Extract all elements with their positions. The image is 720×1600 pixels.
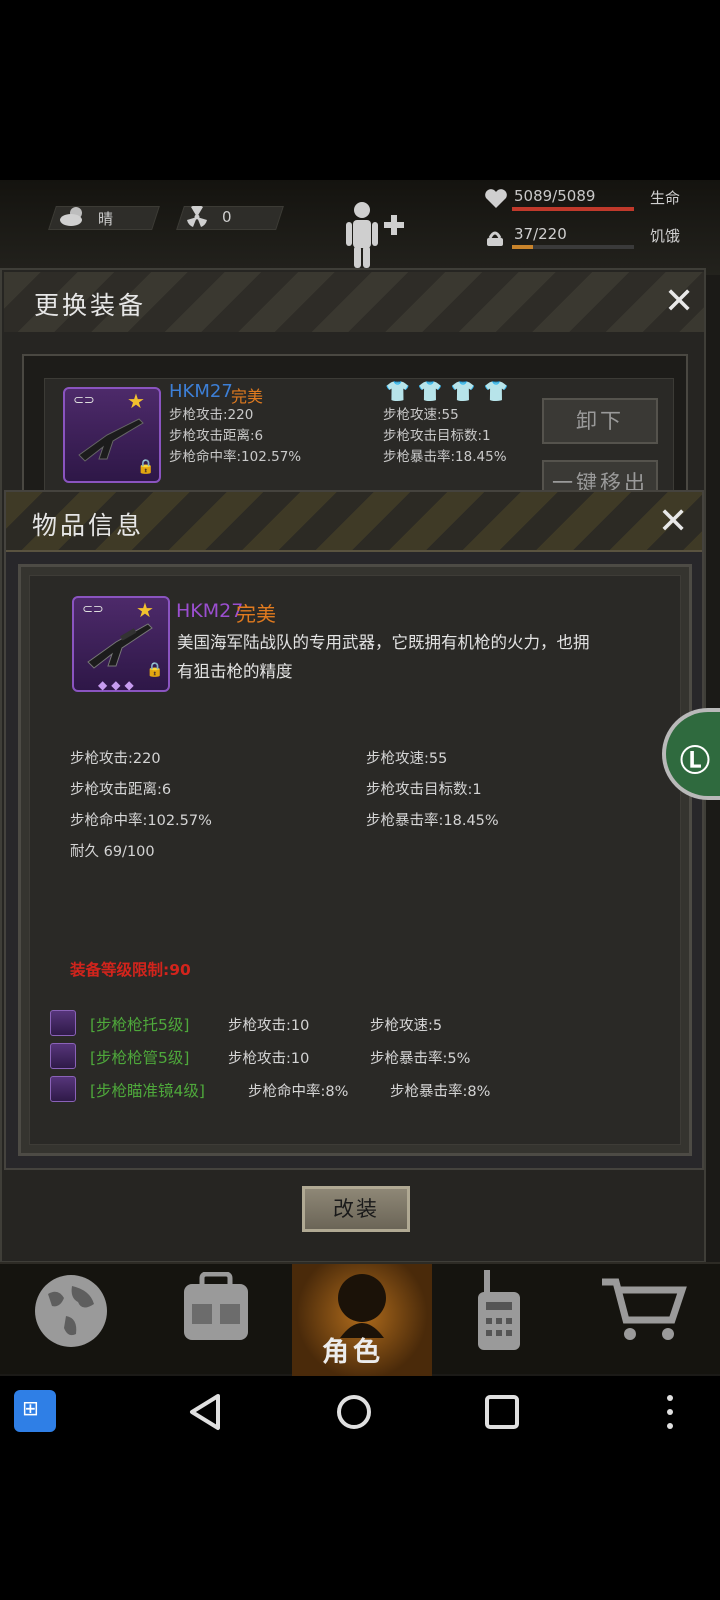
item-stat: 步枪攻击目标数:1: [366, 782, 482, 798]
item-stats-right: 步枪攻速:55 步枪攻击目标数:1 步枪暴击率:18.45%: [366, 744, 499, 837]
item-description-line: 美国海军陆战队的专用武器，它既拥有机枪的火力，也拥: [177, 633, 590, 652]
hunger-bar: [512, 245, 634, 249]
item-durability: 耐久 69/100: [70, 844, 155, 860]
mod-name: [步枪枪托5级]: [90, 1016, 190, 1034]
item-info-close-icon[interactable]: ✕: [658, 504, 688, 540]
equipped-stats-left: 步枪攻击:220 步枪攻击距离:6 步枪命中率:102.57%: [169, 405, 301, 468]
weather-text: 晴: [98, 210, 114, 228]
item-info-title: 物品信息: [32, 511, 145, 540]
link-icon: ⊂⊃: [73, 393, 95, 408]
radiation-value: 0: [222, 208, 232, 226]
app-drawer-icon[interactable]: ⊞: [14, 1390, 56, 1432]
nav-radio[interactable]: [432, 1264, 572, 1376]
item-info-content: ⊂⊃ ★ 🔒 ◆◆◆ HKM27 完美 美国海军陆战队的专用武器，它既拥有机枪的…: [29, 575, 681, 1145]
item-description-line: 有狙击枪的精度: [177, 662, 293, 681]
mod-stat: 步枪攻击:10: [228, 1018, 310, 1034]
cart-icon: [602, 1278, 687, 1340]
back-icon[interactable]: [186, 1392, 226, 1432]
equipped-item-icon[interactable]: ⊂⊃ ★ 🔒: [63, 387, 161, 483]
health-value: 5089/5089: [514, 187, 596, 205]
equipped-stat: 步枪攻速:55: [383, 407, 459, 423]
radio-icon: [478, 1270, 520, 1350]
hunger-value: 37/220: [514, 225, 567, 243]
hunger-bar-fill: [512, 245, 533, 249]
item-info-header: 物品信息 ✕: [6, 492, 702, 552]
equipped-stat: 步枪攻击距离:6: [169, 428, 264, 444]
mod-stat: 步枪命中率:8%: [248, 1084, 349, 1100]
nav-world[interactable]: [0, 1264, 140, 1376]
health-bar: [512, 207, 634, 211]
mod-name: [步枪瞄准镜4级]: [90, 1082, 205, 1100]
item-stat: 步枪攻击:220: [70, 751, 161, 767]
item-stat: 步枪攻击距离:6: [70, 782, 172, 798]
item-icon[interactable]: ⊂⊃ ★ 🔒 ◆◆◆: [72, 596, 170, 692]
cloud-sun-icon: [60, 207, 82, 226]
lock-icon: 🔒: [146, 662, 164, 678]
status-bar: 晴 0 5089/5089 生命 37/220 饥饿: [0, 180, 720, 275]
more-icon[interactable]: [660, 1392, 680, 1432]
link-icon: ⊂⊃: [82, 602, 104, 617]
item-info-frame: ⊂⊃ ★ 🔒 ◆◆◆ HKM27 完美 美国海军陆战队的专用武器，它既拥有机枪的…: [18, 564, 692, 1156]
star-icon: ★: [136, 598, 154, 622]
assistant-icon: Ⓛ: [680, 744, 710, 779]
health-bar-fill: [512, 207, 634, 211]
lock-icon: 🔒: [137, 459, 155, 475]
stock-mod-icon: [50, 1010, 76, 1036]
globe-icon: [35, 1275, 107, 1347]
item-quality: 完美: [236, 602, 276, 626]
equipped-stat: 步枪暴击率:18.45%: [383, 449, 507, 465]
item-stats-left: 步枪攻击:220 步枪攻击距离:6 步枪命中率:102.57% 耐久 69/10…: [70, 744, 212, 868]
set-shirt-icons: 👕👕👕👕: [385, 379, 517, 403]
equip-panel-close-icon[interactable]: ✕: [664, 284, 694, 320]
equip-inner-frame: ⊂⊃ ★ 🔒 HKM27 完美 步枪攻击:220 步枪攻击距离:6 步枪命中率:…: [22, 354, 688, 506]
hunger-label: 饥饿: [650, 227, 681, 245]
mod-stat: 步枪攻速:5: [370, 1018, 443, 1034]
item-stat: 步枪命中率:102.57%: [70, 813, 212, 829]
mod-stat: 步枪攻击:10: [228, 1051, 310, 1067]
item-description: 美国海军陆战队的专用武器，它既拥有机枪的火力，也拥 有狙击枪的精度: [177, 628, 590, 686]
barrel-mod-icon: [50, 1043, 76, 1069]
equipped-item-name: HKM27: [169, 381, 233, 402]
nav-shop[interactable]: [580, 1264, 720, 1376]
item-stat: 步枪暴击率:18.45%: [366, 813, 499, 829]
backpack-icon: [184, 1272, 248, 1340]
gem-slots-icon: ◆◆◆: [98, 678, 138, 692]
nav-character-label: 角色: [322, 1337, 384, 1368]
nav-character[interactable]: 角色: [292, 1264, 432, 1376]
recents-icon[interactable]: [482, 1392, 522, 1432]
equipped-stat: 步枪攻击:220: [169, 407, 254, 423]
modify-button[interactable]: 改装: [302, 1186, 410, 1232]
scope-mod-icon: [50, 1076, 76, 1102]
home-icon[interactable]: [334, 1392, 374, 1432]
body-status-icon[interactable]: [340, 200, 410, 270]
bottom-nav: 角色: [0, 1262, 720, 1376]
equipped-stats-right: 步枪攻速:55 步枪攻击目标数:1 步枪暴击率:18.45%: [383, 405, 507, 468]
android-nav-bar: ⊞: [0, 1376, 720, 1446]
mod-stat: 步枪暴击率:8%: [390, 1084, 491, 1100]
equip-panel-header: 更换装备 ✕: [4, 272, 704, 332]
rifle-icon: [78, 418, 144, 462]
radiation-icon: [187, 206, 207, 227]
star-icon: ★: [127, 389, 145, 413]
mod-stat: 步枪暴击率:5%: [370, 1051, 471, 1067]
item-info-dialog: 物品信息 ✕ ⊂⊃ ★ 🔒 ◆◆◆ HKM27 完美 美国海军陆战队的专用武器，…: [4, 490, 704, 1170]
equipped-item-quality: 完美: [231, 387, 264, 406]
food-icon: [487, 231, 503, 246]
unequip-button[interactable]: 卸下: [542, 398, 658, 444]
grid-glyph: ⊞: [22, 1396, 39, 1420]
equip-panel-title: 更换装备: [34, 291, 147, 320]
heart-icon: [485, 189, 507, 208]
item-stat: 步枪攻速:55: [366, 751, 448, 767]
level-requirement: 装备等级限制:90: [70, 961, 191, 979]
nav-backpack[interactable]: [144, 1264, 284, 1376]
health-label: 生命: [650, 189, 681, 207]
mod-name: [步枪枪管5级]: [90, 1049, 190, 1067]
item-name: HKM27: [176, 600, 244, 622]
equipped-stat: 步枪攻击目标数:1: [383, 428, 491, 444]
equipped-stat: 步枪命中率:102.57%: [169, 449, 302, 465]
